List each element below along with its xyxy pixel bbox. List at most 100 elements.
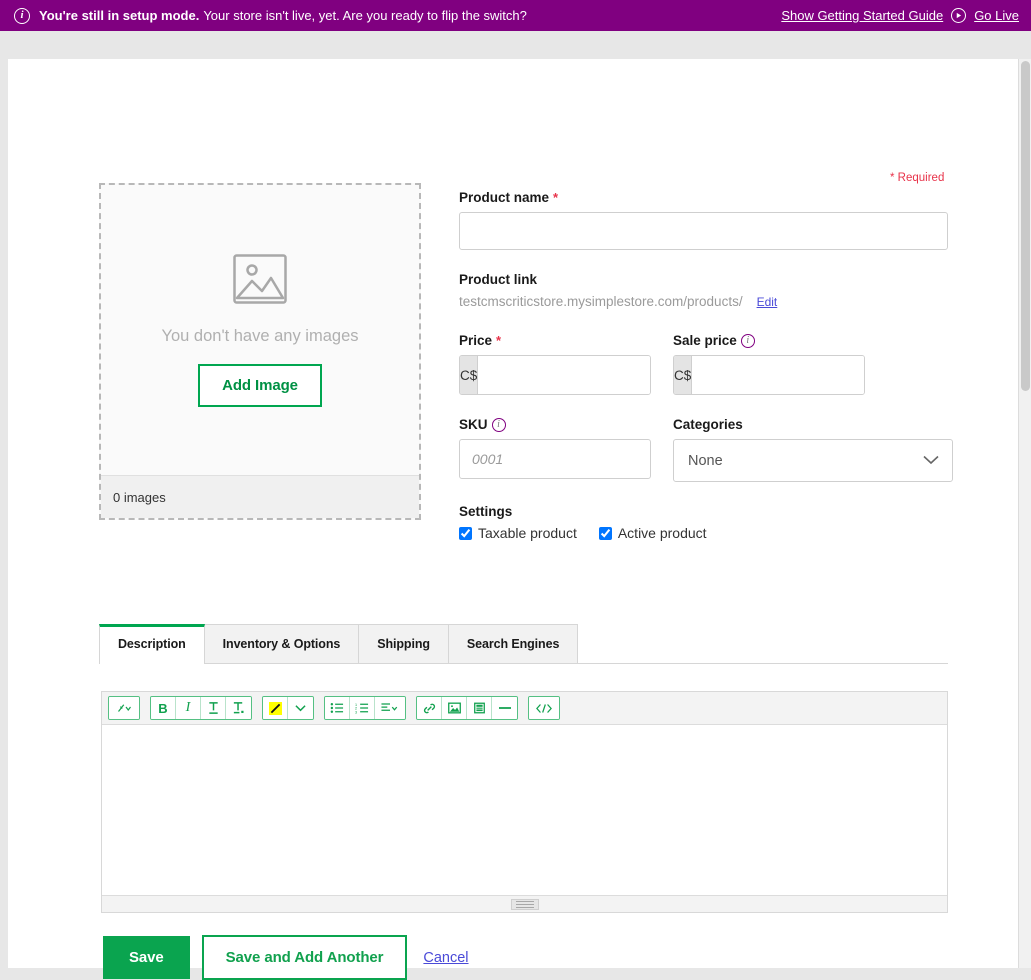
sale-price-field: Sale price i C$ <box>673 333 865 395</box>
show-getting-started-guide-link[interactable]: Show Getting Started Guide <box>781 8 943 23</box>
product-name-label: Product name * <box>459 190 948 205</box>
underline-icon[interactable] <box>201 697 226 719</box>
resize-grip-handle[interactable] <box>510 899 539 910</box>
play-circle-icon <box>951 8 967 23</box>
categories-select-wrap: None <box>673 439 953 482</box>
required-star: * <box>496 333 502 348</box>
toolbar-group-styles <box>108 696 140 720</box>
horizontal-rule-icon[interactable] <box>492 697 517 719</box>
product-name-input[interactable] <box>459 212 948 250</box>
tabs-row: Description Inventory & Options Shipping… <box>99 624 948 664</box>
description-text-area[interactable] <box>102 725 947 895</box>
taxable-product-checkbox[interactable] <box>459 526 472 540</box>
image-uploader-empty-state: You don't have any images Add Image <box>101 185 419 475</box>
product-link-label-text: Product link <box>459 272 538 287</box>
image-placeholder-icon <box>233 253 287 309</box>
toolbar-group-insert <box>416 696 518 720</box>
save-and-add-another-button[interactable]: Save and Add Another <box>201 935 408 980</box>
format-styles-icon[interactable] <box>109 697 139 719</box>
taxable-product-checkbox-item[interactable]: Taxable product <box>459 525 577 541</box>
taxable-product-label: Taxable product <box>478 525 577 541</box>
toolbar-group-highlight <box>262 696 314 720</box>
sku-label-text: SKU <box>459 417 488 432</box>
edit-product-link[interactable]: Edit <box>757 295 778 309</box>
categories-select[interactable]: None <box>673 439 953 482</box>
page-scrollbar-thumb[interactable] <box>1021 61 1030 391</box>
page-scrollbar[interactable] <box>1018 59 1031 968</box>
bold-icon[interactable]: B <box>151 697 176 719</box>
sale-price-currency-prefix: C$ <box>674 356 693 394</box>
sale-price-label: Sale price i <box>673 333 865 348</box>
bullet-list-icon[interactable] <box>325 697 350 719</box>
categories-field: Categories None <box>673 417 953 482</box>
info-circle-icon[interactable]: i <box>491 417 506 432</box>
price-field: Price * C$ <box>459 333 651 395</box>
settings-section: Settings Taxable product Active product <box>459 504 948 541</box>
form-actions: Save Save and Add Another Cancel <box>103 935 469 980</box>
categories-label: Categories <box>673 417 953 432</box>
image-count-footer: 0 images <box>101 475 419 518</box>
source-code-icon[interactable] <box>529 697 559 719</box>
product-link-row: testcmscriticstore.mysimplestore.com/pro… <box>459 294 948 309</box>
active-product-label: Active product <box>617 525 707 541</box>
active-product-checkbox[interactable] <box>598 526 612 540</box>
required-star: * <box>553 190 559 205</box>
price-label: Price * <box>459 333 651 348</box>
image-count-text: 0 images <box>113 489 166 505</box>
sku-label: SKU i <box>459 417 651 432</box>
toolbar-group-lists: 1 2 3 <box>324 696 406 720</box>
sku-input[interactable] <box>459 439 651 479</box>
chevron-down-icon[interactable] <box>288 697 313 719</box>
tabs-underline <box>99 663 948 664</box>
description-editor: B I 1 2 3 <box>101 691 948 913</box>
product-detail-tabs: Description Inventory & Options Shipping… <box>99 624 948 664</box>
italic-icon[interactable]: I <box>176 697 201 719</box>
product-link-label: Product link <box>459 272 948 287</box>
sku-categories-row: SKU i Categories None <box>459 417 953 482</box>
toolbar-group-text-format: B I <box>150 696 252 720</box>
tab-inventory-options[interactable]: Inventory & Options <box>204 624 360 663</box>
svg-text:3: 3 <box>355 710 357 714</box>
sku-field: SKU i <box>459 417 651 482</box>
cancel-link[interactable]: Cancel <box>423 950 468 966</box>
product-fields-column: Product name * Product link testcmscriti… <box>459 190 953 541</box>
align-icon[interactable] <box>375 697 405 719</box>
highlight-color-icon[interactable] <box>263 697 288 719</box>
product-link-url: testcmscriticstore.mysimplestore.com/pro… <box>459 294 743 309</box>
banner-message-text: Your store isn't live, yet. Are you read… <box>203 8 527 23</box>
editor-statusbar <box>102 895 947 912</box>
go-live-link[interactable]: Go Live <box>974 8 1019 23</box>
image-uploader-dropzone[interactable]: You don't have any images Add Image 0 im… <box>99 183 421 520</box>
tab-search-engines[interactable]: Search Engines <box>448 624 579 663</box>
toolbar-group-source <box>528 696 560 720</box>
add-image-button[interactable]: Add Image <box>198 363 322 407</box>
active-product-checkbox-item[interactable]: Active product <box>598 525 707 541</box>
no-images-text: You don't have any images <box>161 326 359 345</box>
price-input[interactable] <box>478 356 650 394</box>
info-circle-icon: i <box>14 7 30 24</box>
settings-label: Settings <box>459 504 513 519</box>
price-row: Price * C$ Sale price i C$ <box>459 333 948 395</box>
sale-price-input[interactable] <box>692 356 864 394</box>
price-input-group: C$ <box>459 355 651 395</box>
sale-price-label-text: Sale price <box>673 333 737 348</box>
banner-strong-text: You're still in setup mode. <box>39 8 200 23</box>
clear-formatting-icon[interactable] <box>226 697 251 719</box>
sale-price-input-group: C$ <box>673 355 865 395</box>
banner-actions: Show Getting Started Guide Go Live <box>781 8 1019 23</box>
categories-selected-value: None <box>688 452 723 469</box>
editor-toolbar: B I 1 2 3 <box>102 692 947 725</box>
link-icon[interactable] <box>417 697 442 719</box>
setup-mode-banner: i You're still in setup mode. Your store… <box>0 0 1031 31</box>
price-currency-prefix: C$ <box>460 356 479 394</box>
insert-video-icon[interactable] <box>467 697 492 719</box>
product-form-card: * Required You don't have any images Add… <box>8 59 1018 980</box>
settings-checkboxes: Taxable product Active product <box>459 525 948 541</box>
info-circle-icon[interactable]: i <box>740 333 755 348</box>
save-button[interactable]: Save <box>103 936 190 979</box>
insert-image-icon[interactable] <box>442 697 467 719</box>
tab-description[interactable]: Description <box>99 624 205 664</box>
numbered-list-icon[interactable]: 1 2 3 <box>350 697 375 719</box>
tab-shipping[interactable]: Shipping <box>359 624 449 663</box>
price-label-text: Price <box>459 333 493 348</box>
